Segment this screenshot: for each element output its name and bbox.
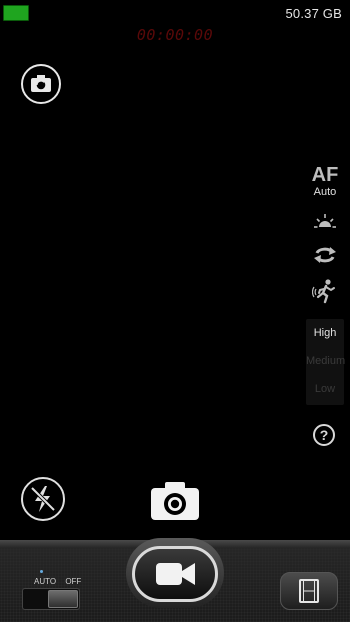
af-label: AF — [311, 164, 339, 186]
photo-mode-button[interactable] — [149, 480, 201, 522]
recording-timer: 00:00:00 — [136, 26, 214, 44]
film-icon — [299, 579, 319, 603]
flip-camera-icon — [31, 75, 51, 92]
mode-indicator-dot — [40, 570, 43, 573]
loop-button[interactable] — [312, 242, 338, 268]
quality-medium[interactable]: Medium — [306, 355, 345, 367]
flash-off-icon — [30, 486, 56, 512]
storage-label: 50.37 GB — [285, 6, 342, 21]
quality-high[interactable]: High — [306, 327, 344, 339]
quality-low[interactable]: Low — [306, 383, 344, 395]
mode-auto-label: AUTO — [34, 577, 57, 586]
stabilize-button[interactable] — [311, 278, 338, 304]
mode-switch-labels: AUTO OFF — [34, 577, 88, 586]
brightness-button[interactable] — [312, 210, 338, 236]
help-button[interactable]: ? — [313, 424, 335, 446]
mode-off-label: OFF — [65, 577, 82, 586]
loop-icon — [314, 247, 336, 263]
video-camera-icon — [156, 563, 195, 585]
camera-icon — [151, 482, 199, 520]
quality-selector: High Medium Low — [306, 319, 345, 405]
battery-indicator — [3, 5, 29, 21]
stabilize-icon — [311, 279, 335, 304]
af-mode: Auto — [313, 186, 337, 198]
brightness-icon — [314, 214, 336, 228]
record-button[interactable] — [132, 546, 218, 602]
flash-toggle-button[interactable] — [21, 477, 65, 521]
autofocus-control[interactable]: AF Auto — [304, 165, 346, 199]
flip-camera-button[interactable] — [21, 64, 61, 104]
gallery-button[interactable] — [280, 572, 338, 610]
auto-off-switch-knob[interactable] — [48, 590, 78, 608]
